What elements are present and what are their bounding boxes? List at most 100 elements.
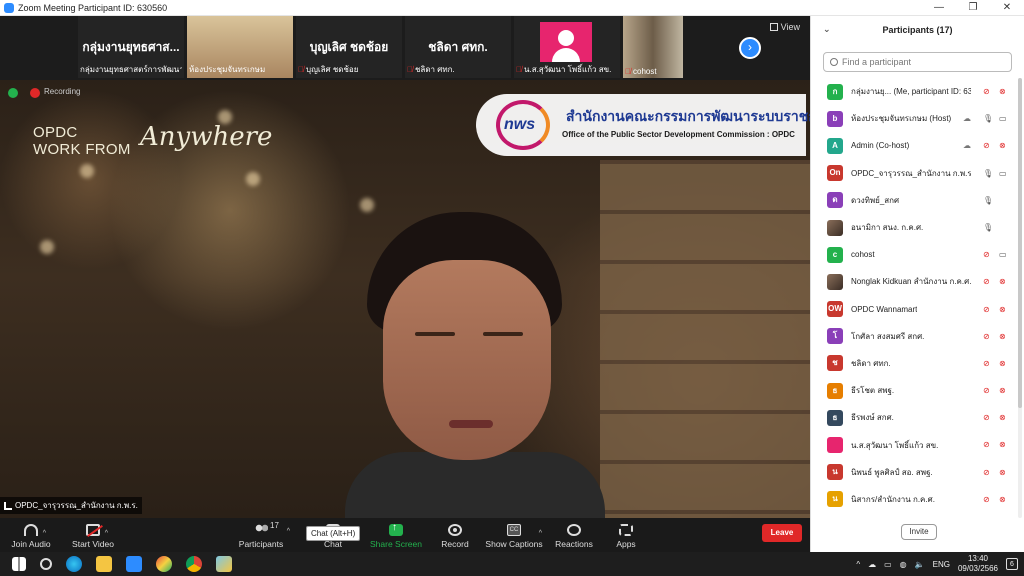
mic-off-icon[interactable]: ⊘ [983, 277, 990, 286]
taskbar-clock[interactable]: 13:40 09/03/2566 [958, 554, 998, 574]
mic-icon[interactable]: 🎙 [983, 114, 993, 123]
mic-off-icon[interactable]: ⊘ [983, 359, 990, 368]
participant-avatar [827, 273, 843, 290]
close-button[interactable]: ✕ [990, 0, 1024, 16]
video-off-icon[interactable]: ⊗ [999, 87, 1006, 96]
participant-name: ห้องประชุมจันทรเกษม (Host) [851, 114, 952, 124]
reactions-button[interactable]: Reactions [555, 518, 593, 552]
video-off-icon[interactable]: ⊗ [999, 305, 1006, 314]
battery-icon[interactable]: ▭ [884, 560, 892, 569]
participant-row[interactable]: โ โกศัลา สงสมศรี สกศ. ⊘ ⊗ [811, 323, 1017, 350]
cloud-icon[interactable]: ☁ [868, 560, 876, 569]
participant-row[interactable]: A Admin (Co-host) ☁ ⊘ ⊗ [811, 132, 1017, 159]
network-icon[interactable]: ◍ [900, 560, 907, 569]
participant-avatar [827, 437, 843, 454]
participant-row[interactable]: Nonglak Kidkuan สำนักงาน ก.ค.ศ. ⊘ ⊗ [811, 268, 1017, 295]
video-icon[interactable]: ▭ [999, 114, 1007, 123]
participant-row[interactable]: OW OPDC Wannamart ⊘ ⊗ [811, 296, 1017, 323]
show-captions-button[interactable]: CC ^ Show Captions [485, 518, 543, 552]
participant-row[interactable]: ด ดวงทิพย์_สกศ 🎙 [811, 187, 1017, 214]
video-off-icon[interactable]: ⊗ [999, 141, 1006, 150]
invite-button[interactable]: Invite [901, 524, 937, 540]
search-icon[interactable] [40, 558, 52, 570]
input-language[interactable]: ENG [933, 560, 950, 569]
mic-off-icon[interactable]: ⊘ [983, 250, 990, 259]
zoom-taskbar-icon[interactable] [126, 556, 142, 572]
chevron-up-icon[interactable]: ^ [539, 529, 542, 539]
mic-off-icon[interactable]: ⊘ [983, 332, 990, 341]
participants-scrollbar[interactable] [1018, 78, 1022, 518]
volume-icon[interactable]: 🔈 [915, 560, 925, 569]
participant-row[interactable]: ธ ธีรโชต สพฐ. ⊘ ⊗ [811, 377, 1017, 404]
chevron-up-icon[interactable]: ^ [43, 530, 46, 537]
filmstrip-tile[interactable]: ชลิดา ศทก. 🎙̸ ชลิดา ศทก. [405, 16, 511, 78]
record-icon [448, 524, 462, 536]
join-audio-button[interactable]: ^ Join Audio [10, 518, 52, 552]
filmstrip-tile[interactable]: ห้องประชุมจันทรเกษม [187, 16, 293, 78]
participant-row[interactable]: ช ชลิดา ศทก. ⊘ ⊗ [811, 350, 1017, 377]
record-button[interactable]: Record [440, 518, 470, 552]
chevron-up-icon[interactable]: ^ [105, 530, 108, 537]
tray-overflow-chevron-icon[interactable]: ^ [856, 560, 860, 569]
participant-row[interactable]: b ห้องประชุมจันทรเกษม (Host) ☁ 🎙 ▭ [811, 105, 1017, 132]
participant-avatar: น [827, 464, 843, 481]
participant-row[interactable]: อนามิกา สนง. ก.ค.ศ. 🎙 [811, 214, 1017, 241]
window-controls: — ❐ ✕ [922, 0, 1024, 16]
mic-off-icon[interactable]: ⊘ [983, 305, 990, 314]
paint-icon[interactable] [156, 556, 172, 572]
app-feather-icon[interactable] [216, 556, 232, 572]
filmstrip-tile[interactable]: บุญเลิศ ชดช้อย 🎙̸ บุญเลิศ ชดช้อย [296, 16, 402, 78]
mic-icon[interactable]: 🎙 [983, 169, 993, 178]
participant-row[interactable]: น นิสากร/สำนักงาน ก.ค.ศ. ⊘ ⊗ [811, 486, 1017, 513]
edge-browser-icon[interactable] [66, 556, 82, 572]
video-icon[interactable]: ▭ [999, 169, 1007, 178]
mic-off-icon[interactable]: ⊘ [983, 87, 990, 96]
participant-name: Nonglak Kidkuan สำนักงาน ก.ค.ศ. [851, 277, 971, 287]
video-off-icon[interactable]: ⊗ [999, 413, 1006, 422]
participant-row[interactable]: ก กลุ่มงานยุ... (Me, participant ID: 6305… [811, 78, 1017, 105]
video-off-icon[interactable]: ⊗ [999, 440, 1006, 449]
mic-icon[interactable]: 🎙 [983, 223, 993, 232]
apps-button[interactable]: Apps [612, 518, 640, 552]
video-off-icon[interactable]: ⊗ [999, 332, 1006, 341]
file-explorer-icon[interactable] [96, 556, 112, 572]
video-icon[interactable]: ▭ [999, 250, 1007, 259]
start-video-button[interactable]: ^ Start Video [70, 518, 116, 552]
participant-row[interactable]: On OPDC_จารุวรรณ_สำนักงาน ก.พ.ร. 🎙 ▭ [811, 160, 1017, 187]
video-off-icon[interactable]: ⊗ [999, 277, 1006, 286]
mic-off-icon[interactable]: ⊘ [983, 386, 990, 395]
participant-name: ชลิดา ศทก. [851, 358, 891, 368]
notifications-icon[interactable]: 6 [1006, 558, 1018, 570]
mic-off-icon[interactable]: ⊘ [983, 440, 990, 449]
filmstrip-tile[interactable]: กลุ่มงานยุทธศาส... กลุ่มงานยุทธศาสตร์การ… [78, 16, 184, 78]
mic-icon[interactable]: 🎙 [983, 196, 993, 205]
video-off-icon[interactable]: ⊗ [999, 495, 1006, 504]
filmstrip-tile[interactable]: 🎙̸ cohost [623, 16, 683, 78]
mic-off-icon[interactable]: ⊘ [983, 468, 990, 477]
participant-row[interactable]: ธ ธีรพงษ์ สกศ. ⊘ ⊗ [811, 404, 1017, 431]
security-shield-icon[interactable] [8, 88, 18, 98]
filmstrip-tile[interactable]: 🎙̸ น.ส.สุวัฒนา โพธิ์แก้ว สข. [514, 16, 620, 78]
view-button[interactable]: View [769, 22, 800, 32]
participant-search-input[interactable]: Find a participant [823, 52, 1012, 72]
system-tray: ^ ☁ ▭ ◍ 🔈 ENG 13:40 09/03/2566 6 [856, 552, 1024, 576]
participant-row[interactable]: น นิพนธ์ พูลศิลป์ สอ. สพฐ. ⊘ ⊗ [811, 459, 1017, 486]
video-off-icon[interactable]: ⊗ [999, 359, 1006, 368]
maximize-button[interactable]: ❐ [956, 0, 990, 16]
mic-off-icon[interactable]: ⊘ [983, 413, 990, 422]
video-off-icon[interactable]: ⊗ [999, 386, 1006, 395]
share-screen-button[interactable]: Share Screen [370, 518, 422, 552]
chevron-up-icon[interactable]: ^ [287, 528, 290, 535]
video-off-icon[interactable]: ⊗ [999, 468, 1006, 477]
mic-off-icon[interactable]: ⊘ [983, 495, 990, 504]
windows-start-icon[interactable] [12, 557, 26, 571]
mic-off-icon[interactable]: ⊘ [983, 141, 990, 150]
chevron-down-icon[interactable]: ⌄ [823, 24, 831, 35]
meeting-area: กลุ่มงานยุทธศาส... กลุ่มงานยุทธศาสตร์การ… [0, 16, 810, 518]
chrome-icon[interactable] [186, 556, 202, 572]
participant-row[interactable]: c cohost ⊘ ▭ [811, 241, 1017, 268]
filmstrip-next-arrow-icon[interactable]: › [739, 37, 761, 59]
minimize-button[interactable]: — [922, 0, 956, 16]
leave-button[interactable]: Leave [762, 524, 802, 542]
participant-row[interactable]: น.ส.สุวัฒนา โพธิ์แก้ว สข. ⊘ ⊗ [811, 431, 1017, 458]
